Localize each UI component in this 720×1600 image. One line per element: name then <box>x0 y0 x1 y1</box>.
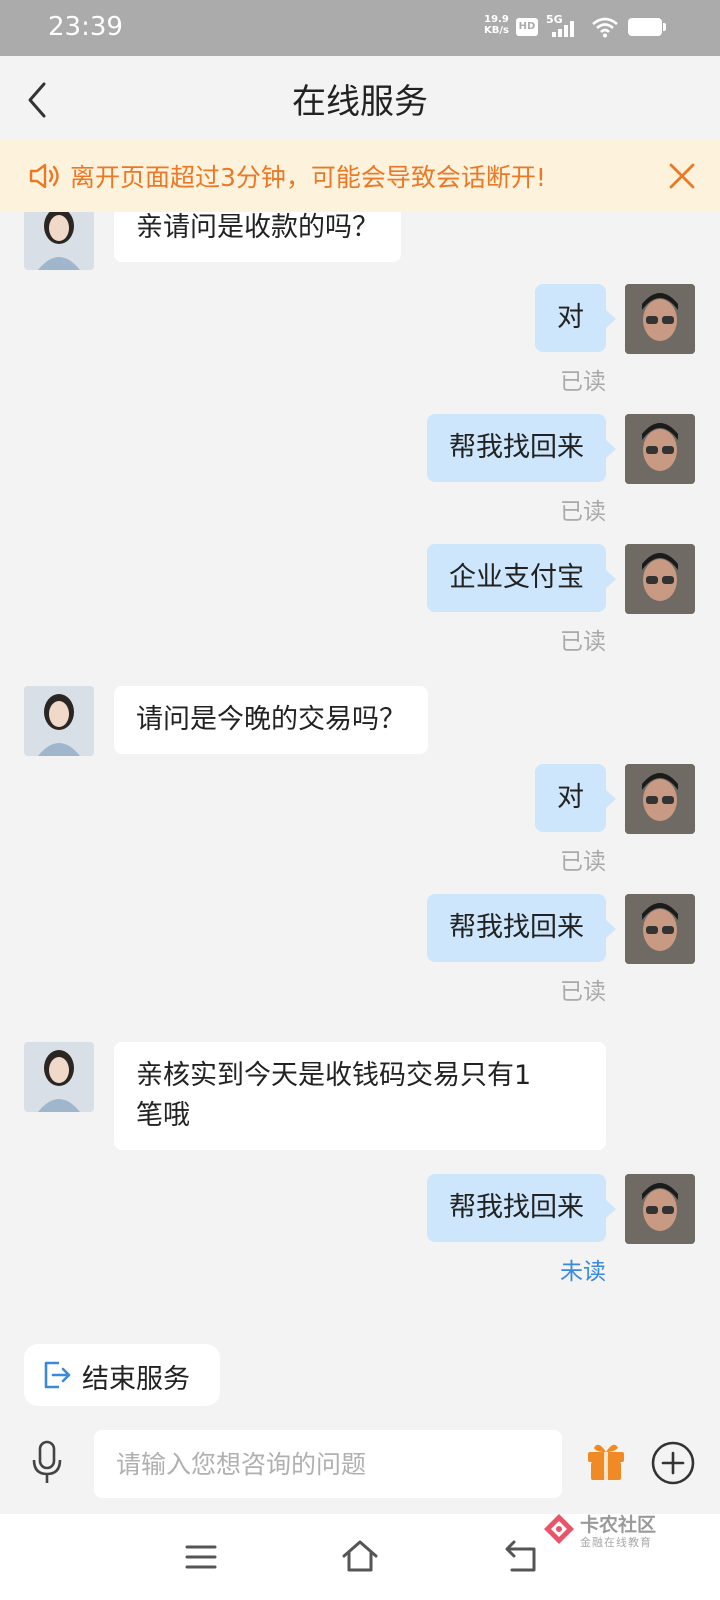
user-avatar <box>625 284 695 354</box>
home-icon[interactable] <box>340 1538 380 1574</box>
microphone-icon[interactable] <box>30 1440 64 1486</box>
gift-icon[interactable] <box>586 1440 626 1482</box>
status-bar: 23:39 19.9 KB/s HD 5G <box>0 0 720 56</box>
hd-badge: HD <box>516 18 538 36</box>
message-bubble: 企业支付宝 <box>427 544 616 612</box>
end-service-button[interactable]: 结束服务 <box>24 1344 220 1406</box>
plus-circle-icon[interactable] <box>650 1440 696 1486</box>
user-avatar <box>625 894 695 964</box>
wifi-icon <box>592 17 618 38</box>
read-status: 已读 <box>560 499 606 525</box>
chat-message-user: 对 已读 <box>0 284 720 395</box>
close-icon[interactable] <box>668 162 696 190</box>
message-input[interactable] <box>94 1430 562 1498</box>
chat-message-agent: 亲核实到今天是收钱码交易只有1 笔哦 <box>0 1042 720 1154</box>
notice-text: 离开页面超过3分钟，可能会导致会话断开! <box>70 163 546 192</box>
message-line: 笔哦 <box>136 1100 190 1131</box>
message-bubble: 亲核实到今天是收钱码交易只有1 笔哦 <box>114 1042 606 1150</box>
message-line: 亲核实到今天是收钱码交易只有1 <box>136 1060 532 1091</box>
unread-status: 未读 <box>560 1259 606 1285</box>
user-avatar <box>625 414 695 484</box>
chat-message-list[interactable]: 亲请问是收款的吗？ 对 已读 帮我找回来 已读 企业支付宝 已读 请问是今晚的交… <box>0 212 720 1316</box>
input-bar <box>0 1418 720 1508</box>
chat-message-agent: 亲请问是收款的吗？ <box>0 212 720 270</box>
page-title: 在线服务 <box>292 82 428 122</box>
exit-icon <box>44 1361 71 1389</box>
user-avatar <box>625 1174 695 1244</box>
chat-message-user: 帮我找回来 未读 <box>0 1174 720 1285</box>
message-bubble: 帮我找回来 <box>427 894 616 962</box>
read-status: 已读 <box>560 629 606 655</box>
user-avatar <box>625 544 695 614</box>
read-status: 已读 <box>560 369 606 395</box>
notice-banner: 离开页面超过3分钟，可能会导致会话断开! <box>0 140 720 212</box>
chat-message-user: 帮我找回来 已读 <box>0 894 720 1005</box>
message-bubble: 帮我找回来 <box>427 1174 616 1242</box>
chat-message-user: 企业支付宝 已读 <box>0 544 720 655</box>
chat-message-agent: 请问是今晚的交易吗？ <box>0 686 720 758</box>
network-speed: 19.9 KB/s <box>484 14 509 36</box>
chat-message-user: 对 已读 <box>0 764 720 875</box>
message-bubble: 亲请问是收款的吗？ <box>114 212 401 262</box>
message-bubble: 请问是今晚的交易吗？ <box>114 686 428 754</box>
watermark: 卡农社区 金融在线教育 <box>542 1510 712 1554</box>
watermark-logo-icon <box>544 1514 574 1544</box>
agent-avatar <box>24 212 94 270</box>
end-service-label: 结束服务 <box>82 1364 190 1395</box>
agent-avatar <box>24 686 94 756</box>
read-status: 已读 <box>560 849 606 875</box>
speaker-icon <box>29 163 59 189</box>
menu-icon[interactable] <box>184 1542 218 1572</box>
agent-avatar <box>24 1042 94 1112</box>
app-header: 在线服务 <box>0 56 720 140</box>
signal-icon: 5G <box>546 12 584 40</box>
battery-icon <box>628 18 666 36</box>
message-bubble: 对 <box>535 284 616 352</box>
watermark-subtitle: 金融在线教育 <box>580 1536 652 1549</box>
chat-message-user: 帮我找回来 已读 <box>0 414 720 525</box>
read-status: 已读 <box>560 979 606 1005</box>
user-avatar <box>625 764 695 834</box>
message-bubble: 帮我找回来 <box>427 414 616 482</box>
watermark-title: 卡农社区 <box>580 1514 657 1536</box>
status-time: 23:39 <box>48 12 123 42</box>
message-bubble: 对 <box>535 764 616 832</box>
back-icon[interactable] <box>504 1538 538 1574</box>
